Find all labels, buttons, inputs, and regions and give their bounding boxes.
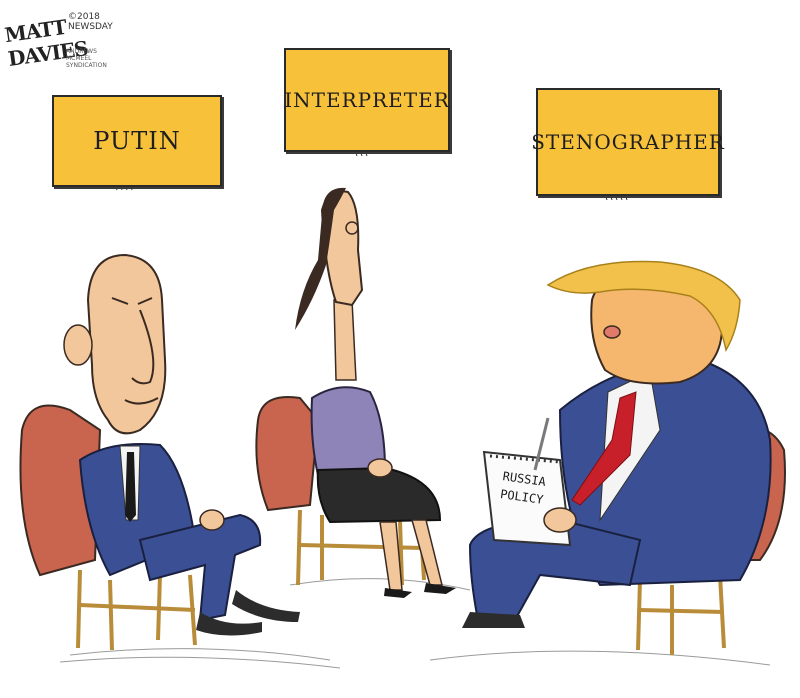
middle-neck	[333, 299, 357, 381]
middle-legs	[379, 519, 443, 591]
right-hand	[543, 507, 577, 533]
right-figure-trump	[462, 260, 786, 655]
sign-interpreter-label: INTERPRETER	[284, 88, 450, 112]
middle-chair-back	[255, 396, 320, 512]
notepad-line-1: RUSSIA	[501, 469, 547, 490]
left-hand	[199, 509, 225, 531]
sign-stenographer: STENOGRAPHER	[531, 88, 724, 196]
copyright-text: ©2018 NEWSDAY	[68, 12, 113, 32]
sign-putin-label: PUTIN	[93, 127, 181, 155]
left-shoe-2	[232, 590, 300, 622]
middle-hands	[367, 458, 393, 478]
middle-figure-interpreter	[255, 187, 456, 598]
sign-stenographer-label: STENOGRAPHER	[531, 130, 725, 154]
right-mouth	[603, 325, 621, 339]
ground-shadows	[59, 578, 771, 669]
left-shoe-1	[196, 612, 262, 636]
artist-signature: MATT DAVIES ©2018 NEWSDAY ANDREWS MCMEEL…	[3, 8, 113, 71]
notepad-line-2: POLICY	[499, 486, 545, 507]
left-head	[86, 253, 167, 435]
sign-interpreter: INTERPRETER	[284, 48, 450, 152]
right-chair-legs	[636, 574, 726, 655]
left-ear	[63, 324, 93, 366]
sign-putin: PUTIN	[52, 95, 222, 187]
syndicate-text: ANDREWS MCMEEL SYNDICATION	[66, 48, 107, 69]
left-chair-legs	[76, 569, 197, 651]
